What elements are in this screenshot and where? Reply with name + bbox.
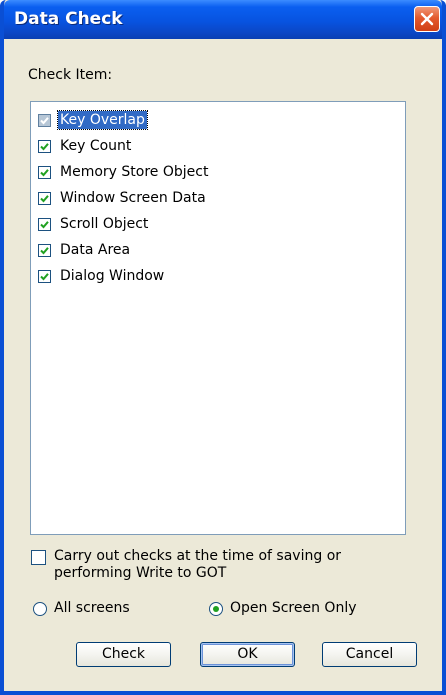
open-screen-only-label: Open Screen Only bbox=[230, 600, 357, 616]
item-label: Window Screen Data bbox=[60, 190, 206, 206]
checkbox[interactable] bbox=[38, 269, 51, 283]
window-title: Data Check bbox=[14, 9, 123, 29]
check-item-list[interactable]: Key Overlap Key Count Memory Store Objec… bbox=[30, 101, 406, 535]
checkbox[interactable] bbox=[38, 217, 51, 231]
item-label: Key Count bbox=[60, 138, 132, 154]
radio-selected-dot bbox=[213, 606, 219, 612]
save-check-label-line1: Carry out checks at the time of saving o… bbox=[54, 548, 342, 564]
list-item-scroll-object[interactable]: Scroll Object bbox=[38, 213, 150, 235]
checkbox[interactable] bbox=[38, 191, 51, 205]
check-mark-icon bbox=[40, 116, 49, 124]
check-mark-icon bbox=[40, 168, 49, 176]
list-item-memory-store-object[interactable]: Memory Store Object bbox=[38, 161, 210, 183]
save-check-checkbox[interactable] bbox=[31, 550, 46, 565]
open-screen-only-radio[interactable] bbox=[209, 602, 223, 616]
title-bar[interactable]: Data Check bbox=[4, 0, 442, 39]
item-label: Scroll Object bbox=[60, 216, 149, 232]
list-item-key-count[interactable]: Key Count bbox=[38, 135, 133, 157]
close-icon bbox=[420, 12, 434, 26]
check-mark-icon bbox=[40, 194, 49, 202]
save-check-label-line2: performing Write to GOT bbox=[54, 565, 227, 581]
check-mark-icon bbox=[40, 272, 49, 280]
close-button[interactable] bbox=[414, 6, 440, 32]
ok-button[interactable]: OK bbox=[200, 642, 295, 667]
check-mark-icon bbox=[40, 246, 49, 254]
all-screens-radio[interactable] bbox=[33, 602, 47, 616]
dialog-body: Check Item: Key Overlap Key Count Memory… bbox=[4, 39, 442, 691]
item-label: Dialog Window bbox=[60, 268, 165, 284]
checkbox[interactable] bbox=[38, 243, 51, 257]
check-mark-icon bbox=[40, 220, 49, 228]
list-item-dialog-window[interactable]: Dialog Window bbox=[38, 265, 166, 287]
check-item-label: Check Item: bbox=[28, 67, 113, 83]
save-check-label: Carry out checks at the time of saving o… bbox=[54, 548, 384, 582]
list-item-window-screen-data[interactable]: Window Screen Data bbox=[38, 187, 208, 209]
check-mark-icon bbox=[40, 142, 49, 150]
checkbox[interactable] bbox=[38, 113, 51, 127]
list-item-data-area[interactable]: Data Area bbox=[38, 239, 132, 261]
cancel-button[interactable]: Cancel bbox=[322, 642, 417, 667]
data-check-dialog: Data Check Check Item: Key Overlap Key C… bbox=[0, 0, 446, 695]
all-screens-label: All screens bbox=[54, 600, 130, 616]
item-label: Memory Store Object bbox=[60, 164, 209, 180]
checkbox[interactable] bbox=[38, 165, 51, 179]
item-label: Data Area bbox=[60, 242, 131, 258]
check-button[interactable]: Check bbox=[76, 642, 171, 667]
item-label: Key Overlap bbox=[57, 110, 148, 130]
checkbox[interactable] bbox=[38, 139, 51, 153]
list-item-key-overlap[interactable]: Key Overlap bbox=[38, 109, 148, 131]
